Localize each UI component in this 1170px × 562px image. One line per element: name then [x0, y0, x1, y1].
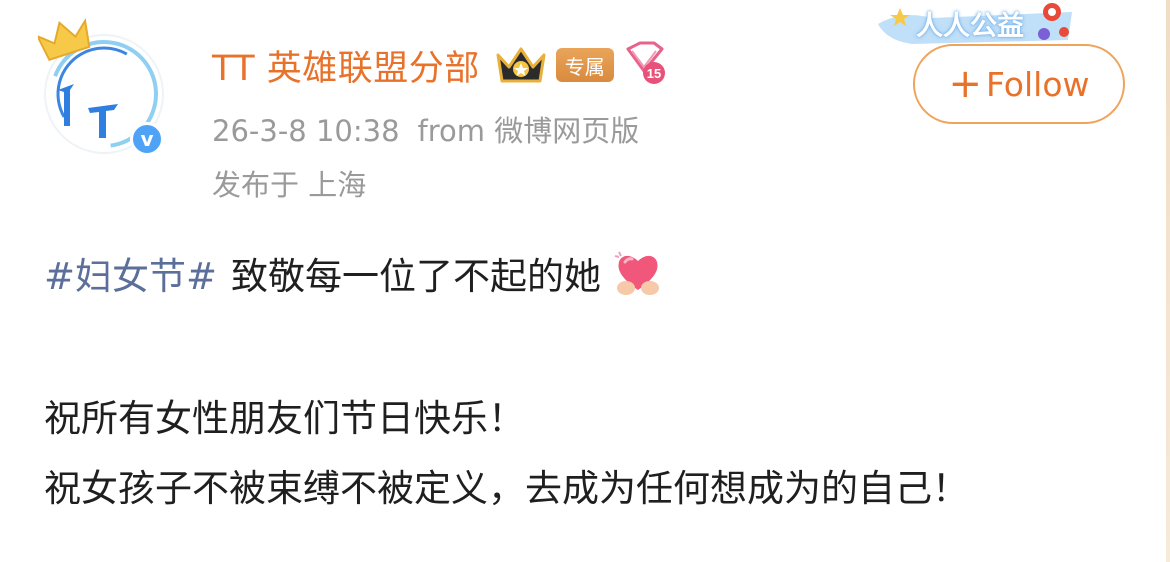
follow-label: Follow [986, 64, 1090, 104]
page-edge [1166, 0, 1170, 562]
banner-text: 人人公益 [916, 11, 1024, 42]
level-number: 15 [647, 66, 661, 81]
post-location: 发布于 上海 [212, 168, 367, 202]
follow-button[interactable]: + Follow [913, 44, 1125, 124]
avatar[interactable]: v [38, 18, 178, 158]
post-date[interactable]: 26-3-8 10:38 [212, 114, 400, 148]
vip-crown-icon[interactable] [494, 43, 548, 87]
plus-icon: + [948, 61, 982, 107]
post-meta: 26-3-8 10:38 from 微博网页版 [212, 108, 639, 150]
hashtag-link[interactable]: #妇女节# [44, 246, 217, 300]
exclusive-badge[interactable]: 专属 [555, 48, 614, 82]
heart-hands-icon [614, 251, 660, 295]
user-name[interactable]: TT 英雄联盟分部 [212, 40, 480, 91]
crown-icon [38, 18, 91, 62]
level-diamond-icon[interactable]: 15 [622, 41, 668, 89]
post-line-1: #妇女节# 致敬每一位了不起的她 [44, 246, 665, 300]
post-line-2: 祝所有女性朋友们节日快乐！ [44, 397, 525, 440]
post-line-3: 祝女孩子不被束缚不被定义，去成为任何想成为的自己！ [44, 467, 969, 510]
post-text-1: 致敬每一位了不起的她 [231, 255, 602, 298]
verified-icon: v [130, 122, 164, 156]
charity-banner[interactable]: 人人公益 [872, 0, 1082, 46]
user-header: TT 英雄联盟分部 专属 15 [212, 40, 668, 90]
post-source: from 微博网页版 [417, 114, 640, 148]
